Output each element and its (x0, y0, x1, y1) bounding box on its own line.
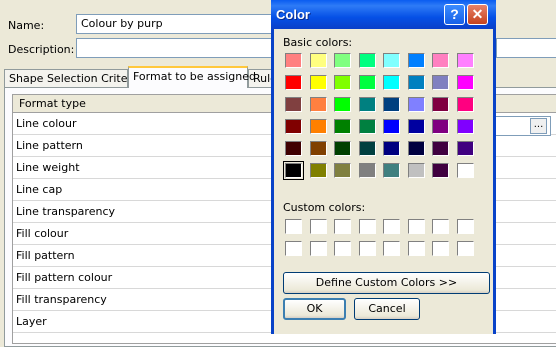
custom-color-slot[interactable] (358, 219, 376, 234)
basic-color-swatch[interactable] (334, 163, 351, 178)
basic-color-swatch[interactable] (456, 75, 474, 90)
custom-color-slot[interactable] (432, 219, 449, 234)
cancel-button[interactable]: Cancel (354, 298, 420, 320)
name-input[interactable]: Colour by purp (76, 14, 276, 34)
tab-shape-selection-criteria[interactable]: Shape Selection Criteria (4, 69, 142, 88)
custom-color-slot[interactable] (285, 241, 302, 256)
description-label: Description: (8, 43, 75, 56)
basic-color-swatch[interactable] (358, 119, 376, 134)
basic-color-swatch[interactable] (407, 53, 425, 68)
basic-color-swatch[interactable] (456, 141, 474, 156)
basic-color-swatch[interactable] (383, 97, 400, 112)
basic-color-swatch[interactable] (285, 141, 302, 156)
custom-color-slot[interactable] (456, 241, 474, 256)
basic-color-swatch[interactable] (432, 97, 449, 112)
color-dialog: Color ? ✕ Basic colors: Custom colors: D… (271, 0, 496, 334)
basic-color-swatch[interactable] (358, 75, 376, 90)
custom-color-slot[interactable] (334, 219, 351, 234)
basic-color-swatch[interactable] (383, 119, 400, 134)
custom-color-slot[interactable] (309, 219, 327, 234)
description-input-right[interactable] (496, 38, 556, 58)
close-button[interactable]: ✕ (467, 4, 488, 25)
basic-colors-label: Basic colors: (283, 36, 353, 49)
basic-color-swatch[interactable] (334, 75, 351, 90)
basic-color-swatch[interactable] (285, 75, 302, 90)
basic-color-swatch[interactable] (358, 97, 376, 112)
basic-color-swatch[interactable] (309, 97, 327, 112)
basic-color-swatch[interactable] (383, 53, 400, 68)
tab-format-to-be-assigned[interactable]: Format to be assigned (128, 66, 256, 88)
basic-color-swatch[interactable] (407, 75, 425, 90)
name-label: Name: (8, 19, 45, 32)
basic-color-swatch[interactable] (309, 53, 327, 68)
basic-color-swatch[interactable] (383, 141, 400, 156)
basic-color-swatch[interactable] (432, 141, 449, 156)
basic-color-swatch[interactable] (456, 53, 474, 68)
basic-color-swatch[interactable] (407, 97, 425, 112)
basic-color-swatch[interactable] (285, 119, 302, 134)
basic-color-swatch[interactable] (334, 53, 351, 68)
basic-color-swatch[interactable] (334, 141, 351, 156)
basic-color-swatch[interactable] (432, 163, 449, 178)
define-custom-colors-button[interactable]: Define Custom Colors >> (283, 272, 490, 294)
custom-color-slot[interactable] (383, 219, 400, 234)
basic-color-swatch[interactable] (456, 97, 474, 112)
basic-color-swatch[interactable] (358, 163, 376, 178)
basic-color-swatch[interactable] (334, 97, 351, 112)
basic-color-swatch[interactable] (432, 119, 449, 134)
custom-color-slot[interactable] (285, 219, 302, 234)
basic-color-swatch[interactable] (334, 119, 351, 134)
basic-color-swatch[interactable] (358, 53, 376, 68)
basic-color-swatch[interactable] (309, 141, 327, 156)
basic-color-swatch[interactable] (285, 97, 302, 112)
basic-color-swatch[interactable] (407, 141, 425, 156)
basic-color-swatch[interactable] (309, 163, 327, 178)
help-button[interactable]: ? (444, 4, 465, 25)
basic-color-swatch[interactable] (407, 119, 425, 134)
basic-color-swatch[interactable] (456, 119, 474, 134)
basic-color-swatch[interactable] (309, 119, 327, 134)
line-colour-ellipsis-button[interactable]: ... (530, 118, 547, 134)
custom-color-slot[interactable] (309, 241, 327, 256)
basic-color-swatch[interactable] (456, 163, 474, 178)
basic-color-swatch[interactable] (285, 53, 302, 68)
custom-color-slot[interactable] (334, 241, 351, 256)
basic-color-swatch[interactable] (383, 75, 400, 90)
ok-button[interactable]: OK (283, 298, 346, 320)
basic-color-swatch[interactable] (309, 75, 327, 90)
dialog-title: Color (276, 7, 310, 22)
dialog-titlebar[interactable]: Color ? ✕ (271, 0, 496, 29)
basic-color-swatch[interactable] (407, 163, 425, 178)
custom-color-slot[interactable] (456, 219, 474, 234)
basic-color-swatch[interactable] (432, 53, 449, 68)
custom-colors-label: Custom colors: (283, 201, 366, 214)
custom-color-slot[interactable] (407, 219, 425, 234)
close-icon: ✕ (471, 6, 484, 22)
basic-color-swatch[interactable] (383, 163, 400, 178)
basic-color-swatch[interactable] (432, 75, 449, 90)
name-input-right (496, 14, 556, 34)
basic-color-swatch[interactable] (283, 161, 304, 180)
basic-color-swatch[interactable] (358, 141, 376, 156)
description-input[interactable] (76, 38, 276, 58)
custom-color-slot[interactable] (383, 241, 400, 256)
custom-color-slot[interactable] (358, 241, 376, 256)
custom-color-slot[interactable] (407, 241, 425, 256)
custom-color-slot[interactable] (432, 241, 449, 256)
